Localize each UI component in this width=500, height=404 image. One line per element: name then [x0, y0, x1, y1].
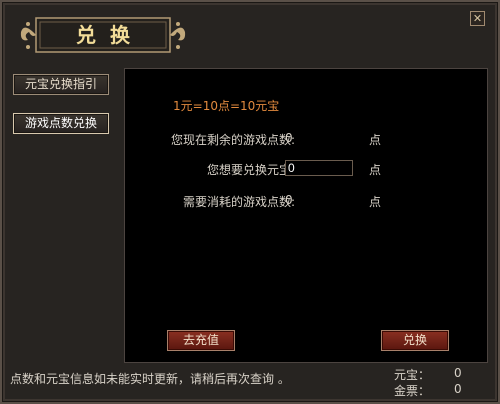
- sidebar-item-points-exchange[interactable]: 游戏点数兑换: [13, 113, 109, 134]
- ingot-balance-value: 0: [454, 366, 462, 380]
- status-message: 点数和元宝信息如未能实时更新，请稍后再次查询 。: [10, 372, 290, 386]
- close-icon[interactable]: ✕: [470, 11, 485, 26]
- recharge-button[interactable]: 去充值: [167, 330, 235, 351]
- ticket-balance-label: 金票：: [394, 384, 431, 398]
- exchange-panel: 1元=10点=10元宝 您现在剩余的游戏点数: 0 点 您想要兑换元宝: 点 需…: [124, 68, 488, 363]
- exchange-button[interactable]: 兑换: [381, 330, 449, 351]
- sidebar-item-ingot-guide[interactable]: 元宝兑换指引: [13, 74, 109, 95]
- ingot-balance-label: 元宝：: [394, 368, 431, 382]
- title-plate: 兑换: [18, 12, 188, 58]
- cost-points-value: 0: [285, 193, 293, 207]
- exchange-window: 兑换 ✕ 元宝兑换指引 游戏点数兑换 1元=10点=10元宝 您现在剩余的游戏点…: [0, 0, 500, 404]
- remaining-points-value: 0: [285, 131, 293, 145]
- exchange-rate-text: 1元=10点=10元宝: [173, 99, 280, 113]
- cost-points-unit: 点: [369, 195, 382, 209]
- remaining-points-unit: 点: [369, 133, 382, 147]
- cost-points-label: 需要消耗的游戏点数:: [182, 195, 295, 209]
- remaining-points-label: 您现在剩余的游戏点数:: [170, 133, 295, 147]
- window-title: 兑换: [76, 23, 144, 47]
- exchange-amount-label: 您想要兑换元宝:: [206, 163, 295, 177]
- exchange-amount-input[interactable]: [285, 160, 353, 176]
- ticket-balance-value: 0: [454, 382, 462, 396]
- exchange-amount-unit: 点: [369, 163, 382, 177]
